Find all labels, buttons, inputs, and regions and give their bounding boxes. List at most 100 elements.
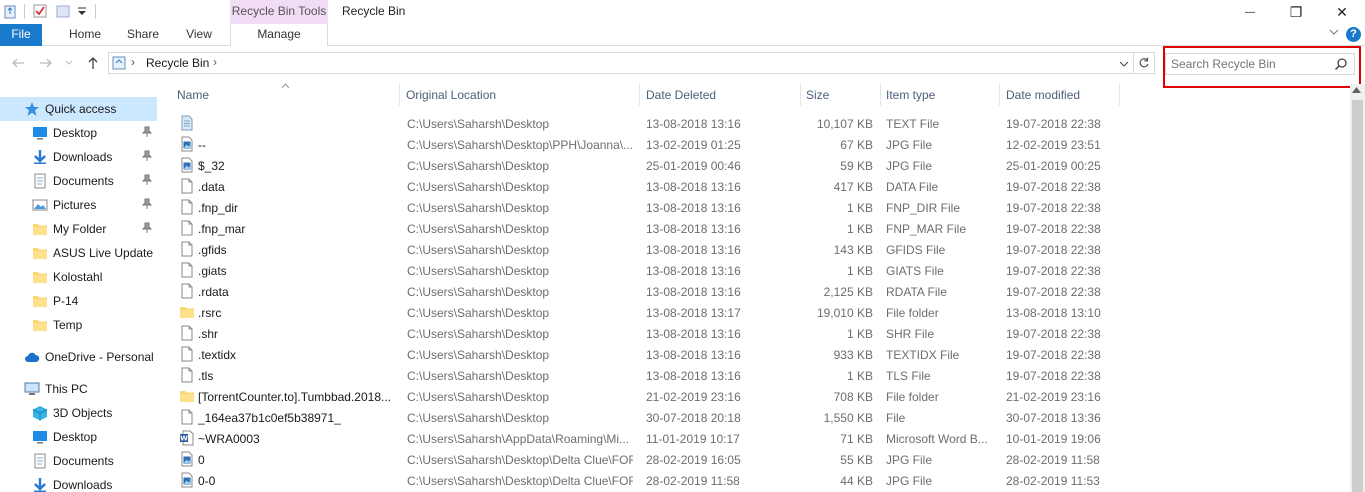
cell-name: [TorrentCounter.to].Tumbbad.2018... [198,390,392,404]
search-input[interactable] [1171,56,1321,72]
refresh-button[interactable] [1133,52,1155,74]
sidebar-item-label: Pictures [53,198,97,212]
table-row[interactable]: .fnp_dir C:\Users\Saharsh\Desktop 13-08-20… [157,197,1350,218]
table-row[interactable]: .tls C:\Users\Saharsh\Desktop 13-08-2018 1… [157,365,1350,386]
sidebar-item-pictures[interactable]: Pictures [0,193,157,217]
star-icon [24,101,40,117]
table-row[interactable]: C:\Users\Saharsh\Desktop 13-08-2018 13:16… [157,113,1350,134]
table-row[interactable]: .rdata C:\Users\Saharsh\Desktop 13-08-2018… [157,281,1350,302]
sidebar-item-this-pc[interactable]: This PC [0,377,157,401]
svg-text:W: W [180,435,188,443]
sidebar-item-asus-live-update[interactable]: ASUS Live Update [0,241,157,265]
tab-share[interactable]: Share [118,24,168,46]
sidebar-item-onedrive-personal[interactable]: OneDrive - Personal [0,345,157,369]
column-header-name[interactable]: Name [172,84,400,106]
tab-home[interactable]: Home [60,24,110,46]
column-header-original-location[interactable]: Original Location [401,84,640,106]
sidebar-item-desktop[interactable]: Desktop [0,425,157,449]
scrollbar-thumb[interactable] [1352,100,1363,492]
cell-modified: 10-01-2019 19:06 [1006,432,1101,446]
column-header-size[interactable]: Size [801,84,881,106]
cell-modified: 19-07-2018 22:38 [1006,285,1101,299]
sidebar-item-downloads[interactable]: Downloads [0,145,157,169]
cell-type: JPG File [886,159,933,173]
close-button[interactable]: ✕ [1319,0,1365,24]
table-row[interactable]: W ~WRA0003 C:\Users\Saharsh\AppData\Roamin… [157,428,1350,449]
sidebar-item-my-folder[interactable]: My Folder [0,217,157,241]
table-row[interactable]: .textidx C:\Users\Saharsh\Desktop 13-08-20… [157,344,1350,365]
pin-icon[interactable] [141,222,153,234]
sidebar-item-label: Kolostahl [53,270,103,284]
table-row[interactable]: $_32 C:\Users\Saharsh\Desktop 25-01-2019 0… [157,155,1350,176]
cell-type: TLS File [886,369,931,383]
cell-modified: 21-02-2019 23:16 [1006,390,1101,404]
blank-file-icon [179,367,195,383]
cell-size: 44 KB [840,474,873,488]
cell-size: 1 KB [846,264,873,278]
pin-icon[interactable] [141,126,153,138]
up-icon[interactable] [85,55,101,71]
address-bar[interactable]: › Recycle Bin › [108,52,1134,74]
table-row[interactable]: .shr C:\Users\Saharsh\Desktop 13-08-2018 1… [157,323,1350,344]
pin-icon[interactable] [141,174,153,186]
sidebar-item-3d-objects[interactable]: 3D Objects [0,401,157,425]
cell-name: .tls [198,369,214,383]
table-row[interactable]: .fnp_mar C:\Users\Saharsh\Desktop 13-08-20… [157,218,1350,239]
breadcrumb-separator[interactable]: › [131,55,135,69]
table-row[interactable]: 0 C:\Users\Saharsh\Desktop\Delta Clue\FOF… [157,449,1350,470]
scroll-up-icon[interactable] [1352,86,1361,95]
cell-modified: 30-07-2018 13:36 [1006,411,1101,425]
sidebar-item-documents[interactable]: Documents [0,169,157,193]
cell-name: 0-0 [198,474,216,488]
recent-locations-icon[interactable] [65,59,73,67]
table-row[interactable]: .gfids C:\Users\Saharsh\Desktop 13-08-2018… [157,239,1350,260]
pin-icon[interactable] [141,150,153,162]
search-box[interactable] [1165,53,1355,75]
help-button[interactable]: ? [1346,27,1361,42]
table-row[interactable]: -- C:\Users\Saharsh\Desktop\PPH\Joanna\..… [157,134,1350,155]
search-icon[interactable] [1334,57,1348,71]
sidebar-item-kolostahl[interactable]: Kolostahl [0,265,157,289]
address-dropdown-icon[interactable] [1119,60,1129,68]
tab-manage[interactable]: Manage [230,24,328,46]
cloud-icon [24,349,40,365]
cell-type: GIATS File [886,264,944,278]
expand-ribbon-icon[interactable] [1329,27,1339,40]
table-row[interactable]: .giats C:\Users\Saharsh\Desktop 13-08-2018… [157,260,1350,281]
minimize-button[interactable]: — [1227,0,1273,24]
pin-icon[interactable] [141,198,153,210]
table-row[interactable]: [TorrentCounter.to].Tumbbad.2018... C:\Us… [157,386,1350,407]
cell-deleted: 13-02-2019 01:25 [646,138,741,152]
maximize-button[interactable]: ❐ [1273,0,1319,24]
sidebar-item-downloads[interactable]: Downloads [0,473,157,492]
folder-icon [32,293,48,309]
customize-toolbar-icon[interactable] [74,3,90,19]
tab-view[interactable]: View [176,24,222,46]
tab-file[interactable]: File [0,24,42,46]
sidebar-item-desktop[interactable]: Desktop [0,121,157,145]
forward-icon[interactable] [38,55,54,71]
new-folder-icon[interactable] [55,3,71,19]
table-row[interactable]: _164ea37b1c0ef5b38971_ C:\Users\Saharsh\D… [157,407,1350,428]
column-header-item-type[interactable]: Item type [881,84,1000,106]
breadcrumb-recycle-bin[interactable]: Recycle Bin [146,56,209,70]
column-header-date-modified[interactable]: Date modified [1001,84,1120,106]
image-file-icon [179,136,195,152]
sidebar-item-documents[interactable]: Documents [0,449,157,473]
sidebar-item-p-14[interactable]: P-14 [0,289,157,313]
breadcrumb-chevron[interactable]: › [213,55,217,69]
table-row[interactable]: 0-0 C:\Users\Saharsh\Desktop\Delta Clue\F… [157,470,1350,491]
back-icon[interactable] [10,55,26,71]
sidebar-item-label: Documents [53,174,114,188]
table-row[interactable]: .data C:\Users\Saharsh\Desktop 13-08-2018 … [157,176,1350,197]
desktop-icon [32,429,48,445]
recycle-bin-icon[interactable] [2,3,18,19]
sidebar-item-label: Downloads [53,150,113,164]
sidebar-item-label: ASUS Live Update [53,246,154,260]
table-row[interactable]: .rsrc C:\Users\Saharsh\Desktop 13-08-2018 … [157,302,1350,323]
sidebar-item-temp[interactable]: Temp [0,313,157,337]
sidebar-item-quick-access[interactable]: Quick access [0,97,157,121]
cell-location: C:\Users\Saharsh\Desktop [407,117,550,131]
column-header-date-deleted[interactable]: Date Deleted [641,84,801,106]
properties-icon[interactable] [32,3,48,19]
